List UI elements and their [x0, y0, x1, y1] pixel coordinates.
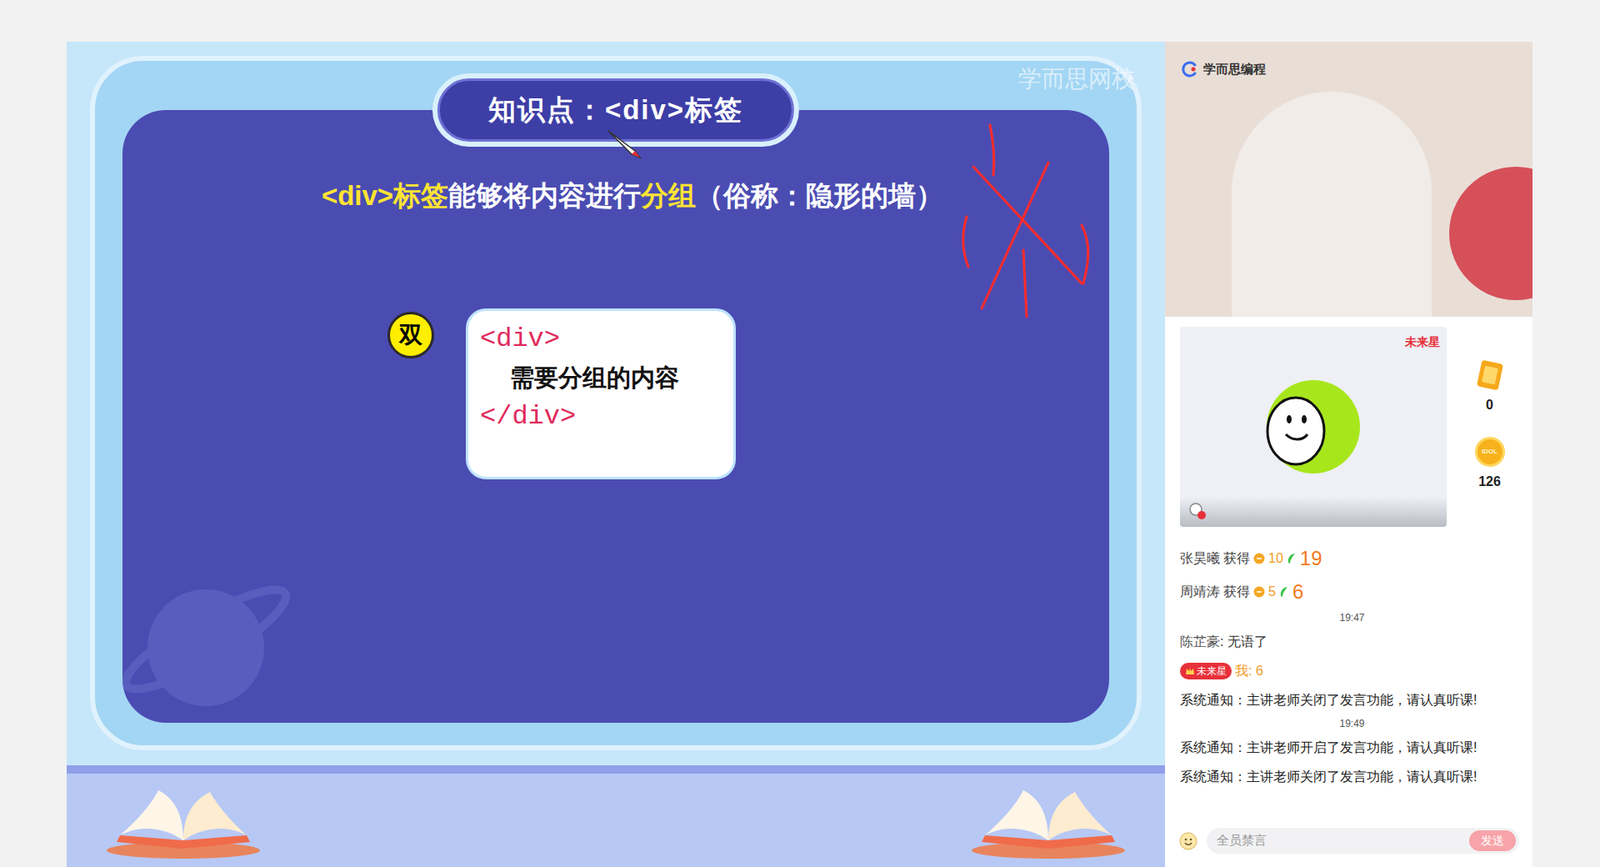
input-bar: 全员禁言发送	[1165, 822, 1533, 867]
code-close-tag: </div>	[480, 403, 722, 430]
mic-off-icon	[1188, 501, 1207, 520]
code-open-tag: <div>	[480, 325, 722, 353]
stat-item: IDOL 126	[1475, 436, 1505, 492]
chat-list: 张昊曦获得1019周靖涛获得5619:47陈芷豪: 无语了未来星我: 6系统通知…	[1165, 526, 1533, 823]
page: <div>标签能够将内容进行分组（俗称：隐形的墙） 双 <div> 需要分组的内容 </…	[0, 0, 1600, 867]
code-card: <div> 需要分组的内容 </div>	[465, 308, 736, 480]
chat-message: 陈芷豪: 无语了	[1180, 626, 1525, 657]
stats: 0 IDOL 126	[1446, 326, 1533, 527]
crown-icon	[1185, 665, 1195, 676]
statement-segment: 分组	[640, 180, 696, 211]
watermark: 学而思网校	[1018, 61, 1135, 97]
level-badge: 未来星	[1180, 662, 1232, 680]
coin-big-icon: IDOL	[1475, 436, 1505, 467]
chat-time: 19:49	[1180, 714, 1525, 733]
card-icon	[1475, 360, 1505, 390]
classroom: <div>标签能够将内容进行分组（俗称：隐形的墙） 双 <div> 需要分组的内容 </…	[0, 41, 1600, 867]
pencil-icon	[605, 127, 645, 161]
coin-icon	[1253, 552, 1265, 565]
statement-segment: <div>标签	[321, 180, 449, 211]
example-row: 双 <div> 需要分组的内容 </div>	[387, 308, 736, 480]
avatar-icon	[1265, 379, 1361, 475]
chat-time: 19:47	[1180, 608, 1525, 627]
chat-reward: 张昊曦获得1019	[1180, 541, 1525, 575]
slide: <div>标签能够将内容进行分组（俗称：隐形的墙） 双 <div> 需要分组的内容 </…	[66, 41, 1165, 867]
logo-icon	[1181, 60, 1199, 78]
coin-icon	[1253, 585, 1265, 598]
chat-self: 未来星我: 6	[1180, 656, 1525, 685]
emoji-icon	[1178, 830, 1199, 851]
content-panel: <div>标签能够将内容进行分组（俗称：隐形的墙） 双 <div> 需要分组的内容 </…	[122, 110, 1110, 723]
student-badge: 未来星	[1405, 333, 1440, 351]
student-card: 未来星	[1180, 326, 1447, 527]
student-row: 未来星 0 IDOL 126	[1165, 316, 1533, 527]
system-notice: 系统通知：主讲老师关闭了发言功能，请认真听课!	[1180, 761, 1525, 791]
statement-segment: （俗称：隐形的墙）	[695, 180, 944, 211]
stat-item: 0	[1475, 360, 1505, 415]
leaf-icon	[1286, 552, 1297, 565]
side-panel: 学而思编程未来星 0 IDOL 126 张昊曦获得1019周靖涛获得5619:47陈芷豪…	[1165, 41, 1533, 867]
pen-scribble-icon	[956, 116, 1099, 325]
teacher-video: 学而思编程	[1165, 41, 1533, 317]
code-content: 需要分组的内容	[480, 365, 722, 390]
book-left-icon	[100, 781, 267, 862]
slide-frame: <div>标签能够将内容进行分组（俗称：隐形的墙） 双 <div> 需要分组的内容 </…	[90, 55, 1142, 750]
pair-badge: 双	[387, 311, 435, 359]
book-right-icon	[965, 781, 1132, 862]
title-badge: 知识点：<div>标签	[432, 73, 800, 147]
chat-input[interactable]: 全员禁言发送	[1206, 827, 1520, 854]
video-logo: 学而思编程	[1181, 60, 1266, 80]
send-button[interactable]: 发送	[1469, 830, 1516, 851]
chat-reward: 周靖涛获得56	[1180, 575, 1525, 609]
statement: <div>标签能够将内容进行分组（俗称：隐形的墙）	[321, 175, 944, 217]
floor	[66, 765, 1165, 867]
stat-value: 126	[1478, 471, 1501, 492]
top-bar	[0, 0, 1600, 42]
leaf-icon	[1279, 585, 1290, 598]
system-notice: 系统通知：主讲老师开启了发言功能，请认真听课!	[1180, 732, 1525, 762]
stat-value: 0	[1485, 395, 1494, 415]
statement-segment: 能够将内容进行	[448, 180, 641, 211]
system-notice: 系统通知：主讲老师关闭了发言功能，请认真听课!	[1180, 685, 1525, 715]
planet-icon	[122, 547, 298, 715]
